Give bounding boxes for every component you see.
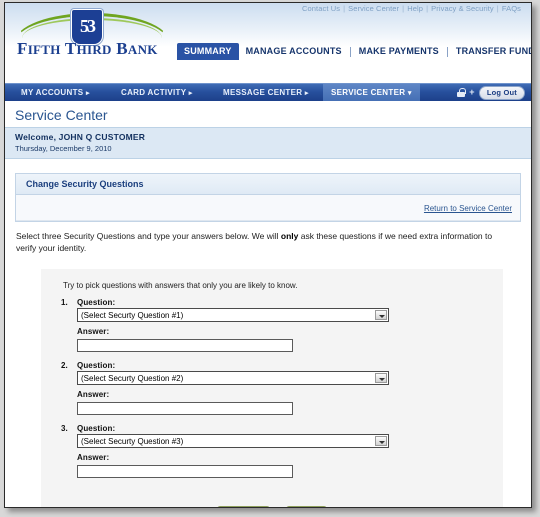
panel-heading: Change Security Questions bbox=[16, 174, 520, 195]
utility-links: Contact Us | Service Center | Help | Privacy &… bbox=[300, 4, 523, 13]
question-number-1: 1. bbox=[61, 297, 68, 307]
bank-logo[interactable]: 53 FIFTH THIRD BANK bbox=[11, 9, 171, 61]
question-select-1[interactable]: (Select Securty Question #1) bbox=[77, 307, 389, 322]
subnav-my-accounts[interactable]: MY ACCOUNTS ▸ bbox=[13, 84, 98, 101]
change-security-questions-panel: Change Security Questions Return to Serv… bbox=[15, 173, 521, 222]
primary-navigation: SUMMARY MANAGE ACCOUNTS MAKE PAYMENTS TRANS… bbox=[177, 43, 531, 61]
intro-text-part1: Select three Security Questions and type… bbox=[16, 231, 281, 241]
answer-input-3[interactable] bbox=[77, 464, 293, 478]
question-label-3: Question: bbox=[77, 423, 116, 433]
question-number-3: 3. bbox=[61, 423, 68, 433]
answer-label-2: Answer: bbox=[77, 389, 110, 399]
chevron-down-icon[interactable] bbox=[375, 435, 387, 446]
chevron-down-icon: ▾ bbox=[407, 90, 412, 97]
logout-button[interactable]: Log Out bbox=[478, 85, 525, 100]
question-block-2: 2. Question: (Select Securty Question #2… bbox=[51, 361, 493, 424]
subnav-service-center-label: SERVICE CENTER bbox=[331, 88, 406, 97]
answer-label-1: Answer: bbox=[77, 326, 110, 336]
subnav-card-activity[interactable]: CARD ACTIVITY ▸ bbox=[113, 84, 201, 101]
chevron-right-icon: ▸ bbox=[304, 90, 309, 97]
question-select-3-value: (Select Securty Question #3) bbox=[81, 436, 184, 446]
main-content: Change Security Questions Return to Serv… bbox=[5, 173, 531, 507]
page-title: Service Center bbox=[15, 107, 108, 123]
utility-link-privacy-security[interactable]: Privacy & Security bbox=[429, 4, 496, 13]
logout-area: + Log Out bbox=[457, 85, 525, 100]
question-select-2[interactable]: (Select Securty Question #2) bbox=[77, 370, 389, 385]
subnav-message-center[interactable]: MESSAGE CENTER ▸ bbox=[215, 84, 317, 101]
nav-divider bbox=[349, 46, 351, 57]
security-questions-form: Try to pick questions with answers that … bbox=[41, 268, 503, 507]
form-hint: Try to pick questions with answers that … bbox=[63, 280, 298, 290]
nav-divider bbox=[446, 46, 448, 57]
question-label-2: Question: bbox=[77, 360, 116, 370]
next-button[interactable]: NEXT bbox=[286, 505, 327, 507]
plus-icon: + bbox=[469, 87, 475, 97]
current-date: Thursday, December 9, 2010 bbox=[15, 144, 112, 153]
logo-shield-mark: 53 bbox=[80, 16, 96, 36]
answer-input-2[interactable] bbox=[77, 401, 293, 415]
tab-manage-accounts[interactable]: MANAGE ACCOUNTS bbox=[239, 43, 349, 60]
welcome-message: Welcome, JOHN Q CUSTOMER bbox=[15, 132, 146, 142]
subnav-card-activity-label: CARD ACTIVITY bbox=[121, 88, 187, 97]
tab-transfer-funds[interactable]: TRANSFER FUNDS bbox=[449, 43, 531, 60]
question-block-1: 1. Question: (Select Securty Question #1… bbox=[51, 298, 493, 361]
utility-link-service-center[interactable]: Service Center bbox=[346, 4, 401, 13]
intro-text: Select three Security Questions and type… bbox=[15, 222, 521, 257]
tab-make-payments[interactable]: MAKE PAYMENTS bbox=[352, 43, 446, 60]
subnav-service-center[interactable]: SERVICE CENTER ▾ bbox=[323, 84, 420, 101]
subnav-message-center-label: MESSAGE CENTER bbox=[223, 88, 303, 97]
question-block-3: 3. Question: (Select Securty Question #3… bbox=[51, 424, 493, 487]
utility-link-help[interactable]: Help bbox=[405, 4, 425, 13]
site-header: Contact Us | Service Center | Help | Privacy &… bbox=[5, 3, 531, 83]
form-actions: CANCEL NEXT bbox=[51, 487, 493, 507]
browser-page: Contact Us | Service Center | Help | Privacy &… bbox=[4, 2, 532, 508]
question-select-2-value: (Select Securty Question #2) bbox=[81, 373, 184, 383]
welcome-bar: Welcome, JOHN Q CUSTOMER Thursday, Decem… bbox=[5, 127, 531, 159]
answer-input-1[interactable] bbox=[77, 338, 293, 352]
question-select-1-value: (Select Securty Question #1) bbox=[81, 310, 184, 320]
question-label-1: Question: bbox=[77, 297, 116, 307]
chevron-down-icon[interactable] bbox=[375, 372, 387, 383]
question-number-2: 2. bbox=[61, 360, 68, 370]
brand-wordmark: FIFTH THIRD BANK bbox=[17, 39, 158, 58]
utility-link-faqs[interactable]: FAQs bbox=[500, 4, 523, 13]
secondary-navigation: MY ACCOUNTS ▸ CARD ACTIVITY ▸ MESSAGE CE… bbox=[5, 83, 531, 101]
utility-link-contact-us[interactable]: Contact Us bbox=[300, 4, 342, 13]
return-to-service-center-link[interactable]: Return to Service Center bbox=[424, 204, 512, 213]
panel-subbar: Return to Service Center bbox=[16, 195, 520, 221]
subnav-my-accounts-label: MY ACCOUNTS bbox=[21, 88, 84, 97]
lock-icon bbox=[457, 88, 466, 97]
answer-label-3: Answer: bbox=[77, 452, 110, 462]
cancel-button[interactable]: CANCEL bbox=[217, 505, 270, 507]
chevron-right-icon: ▸ bbox=[85, 90, 90, 97]
chevron-down-icon[interactable] bbox=[375, 309, 387, 320]
chevron-right-icon: ▸ bbox=[188, 90, 193, 97]
tab-summary[interactable]: SUMMARY bbox=[177, 43, 239, 60]
question-select-3[interactable]: (Select Securty Question #3) bbox=[77, 433, 389, 448]
intro-text-emphasis: only bbox=[280, 231, 299, 241]
